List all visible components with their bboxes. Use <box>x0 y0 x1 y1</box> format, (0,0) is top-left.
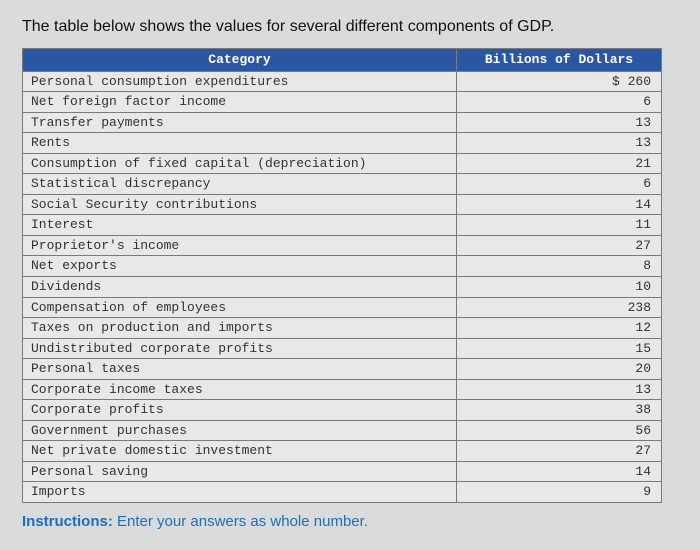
table-row: Undistributed corporate profits15 <box>23 338 662 359</box>
table-row: Rents13 <box>23 133 662 154</box>
category-cell: Government purchases <box>23 420 457 441</box>
category-cell: Personal taxes <box>23 359 457 380</box>
category-cell: Personal consumption expenditures <box>23 71 457 92</box>
table-body: Personal consumption expenditures$ 260Ne… <box>23 71 662 502</box>
value-cell: 38 <box>456 400 661 421</box>
table-row: Corporate income taxes13 <box>23 379 662 400</box>
category-cell: Proprietor's income <box>23 235 457 256</box>
value-cell: 11 <box>456 215 661 236</box>
table-row: Social Security contributions14 <box>23 194 662 215</box>
value-cell: 20 <box>456 359 661 380</box>
value-cell: 10 <box>456 277 661 298</box>
category-cell: Interest <box>23 215 457 236</box>
table-row: Net foreign factor income6 <box>23 92 662 113</box>
value-cell: 14 <box>456 461 661 482</box>
category-cell: Corporate profits <box>23 400 457 421</box>
table-row: Dividends10 <box>23 277 662 298</box>
table-row: Net exports8 <box>23 256 662 277</box>
value-cell: 8 <box>456 256 661 277</box>
table-row: Personal taxes20 <box>23 359 662 380</box>
page-title: The table below shows the values for sev… <box>22 18 678 36</box>
category-cell: Net exports <box>23 256 457 277</box>
category-cell: Net foreign factor income <box>23 92 457 113</box>
category-cell: Personal saving <box>23 461 457 482</box>
category-cell: Net private domestic investment <box>23 441 457 462</box>
value-cell: 27 <box>456 441 661 462</box>
category-cell: Social Security contributions <box>23 194 457 215</box>
value-cell: 9 <box>456 482 661 503</box>
col-header-category: Category <box>23 49 457 72</box>
instructions-line: Instructions: Enter your answers as whol… <box>22 513 678 530</box>
value-cell: 238 <box>456 297 661 318</box>
value-cell: 15 <box>456 338 661 359</box>
category-cell: Statistical discrepancy <box>23 174 457 195</box>
category-cell: Rents <box>23 133 457 154</box>
table-row: Personal consumption expenditures$ 260 <box>23 71 662 92</box>
value-cell: 14 <box>456 194 661 215</box>
table-row: Corporate profits38 <box>23 400 662 421</box>
value-cell: $ 260 <box>456 71 661 92</box>
table-row: Statistical discrepancy6 <box>23 174 662 195</box>
value-cell: 6 <box>456 92 661 113</box>
table-row: Transfer payments13 <box>23 112 662 133</box>
value-cell: 21 <box>456 153 661 174</box>
value-cell: 13 <box>456 379 661 400</box>
table-row: Proprietor's income27 <box>23 235 662 256</box>
table-row: Compensation of employees238 <box>23 297 662 318</box>
table-row: Imports9 <box>23 482 662 503</box>
category-cell: Taxes on production and imports <box>23 318 457 339</box>
category-cell: Dividends <box>23 277 457 298</box>
instructions-label: Instructions: <box>22 513 113 530</box>
table-row: Taxes on production and imports12 <box>23 318 662 339</box>
value-cell: 6 <box>456 174 661 195</box>
category-cell: Undistributed corporate profits <box>23 338 457 359</box>
instructions-text: Enter your answers as whole number. <box>117 513 368 530</box>
gdp-table: Category Billions of Dollars Personal co… <box>22 48 662 503</box>
table-row: Interest11 <box>23 215 662 236</box>
value-cell: 27 <box>456 235 661 256</box>
table-row: Personal saving14 <box>23 461 662 482</box>
value-cell: 13 <box>456 112 661 133</box>
category-cell: Compensation of employees <box>23 297 457 318</box>
category-cell: Consumption of fixed capital (depreciati… <box>23 153 457 174</box>
value-cell: 12 <box>456 318 661 339</box>
col-header-value: Billions of Dollars <box>456 49 661 72</box>
value-cell: 13 <box>456 133 661 154</box>
category-cell: Transfer payments <box>23 112 457 133</box>
table-row: Consumption of fixed capital (depreciati… <box>23 153 662 174</box>
value-cell: 56 <box>456 420 661 441</box>
table-row: Net private domestic investment27 <box>23 441 662 462</box>
category-cell: Corporate income taxes <box>23 379 457 400</box>
category-cell: Imports <box>23 482 457 503</box>
table-row: Government purchases56 <box>23 420 662 441</box>
